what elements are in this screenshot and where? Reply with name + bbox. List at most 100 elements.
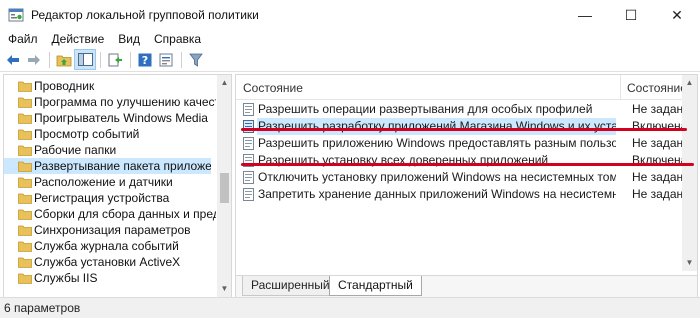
setting-row[interactable]: Разрешить операции развертывания для осо… (236, 101, 690, 118)
tree-item-label: Рабочие папки (34, 143, 117, 157)
folder-icon (18, 209, 32, 220)
folder-icon (18, 129, 32, 140)
setting-name: Запретить хранение данных приложений Win… (258, 187, 616, 201)
setting-row-selected[interactable]: Разрешить разработку приложений Магазина… (236, 118, 687, 135)
tree-item[interactable]: Служба журнала событий (4, 238, 216, 254)
scroll-thumb[interactable] (220, 173, 229, 203)
folder-icon (18, 161, 32, 172)
minimize-button[interactable]: — (562, 0, 608, 30)
menu-action[interactable]: Действие (45, 30, 112, 49)
column-header-name[interactable]: Состояние (243, 81, 303, 95)
tree-item[interactable]: Проигрыватель Windows Media (4, 110, 216, 126)
folder-icon (18, 241, 32, 252)
tree-item-label: Программа по улучшению качества (34, 95, 216, 109)
scroll-up-arrow-icon[interactable]: ▲ (682, 75, 697, 91)
folder-icon (18, 113, 32, 124)
export-list-button[interactable] (105, 50, 125, 69)
policy-setting-icon (243, 103, 254, 116)
forward-button[interactable] (24, 50, 44, 69)
tree-item[interactable]: Сборки для сбора данных и предвари (4, 206, 216, 222)
forward-arrow-icon (28, 54, 40, 65)
folder-icon (18, 193, 32, 204)
settings-pane: Состояние Состояние Разрешить операции р… (235, 74, 698, 298)
window-controls: — ☐ ✕ (562, 0, 700, 30)
tree-item-label: Просмотр событий (34, 127, 140, 141)
scroll-up-arrow-icon[interactable]: ▲ (217, 75, 231, 91)
column-divider[interactable] (620, 75, 621, 99)
export-list-icon (108, 53, 122, 66)
red-annotation-line (241, 128, 687, 131)
status-bar: 6 параметров (0, 297, 700, 318)
title-bar: Редактор локальной групповой политики — … (0, 0, 700, 30)
tab-standard[interactable]: Стандартный (329, 276, 422, 296)
tree-item-label: Синхронизация параметров (34, 223, 191, 237)
tree-item[interactable]: Просмотр событий (4, 126, 216, 142)
scroll-down-arrow-icon[interactable]: ▼ (217, 281, 231, 297)
tree-item-label: Сборки для сбора данных и предвари (34, 207, 216, 221)
tree-item[interactable]: Программа по улучшению качества (4, 94, 216, 110)
tree-item-selected[interactable]: Развертывание пакета приложения (4, 158, 211, 174)
tree-item-label: Регистрация устройства (34, 191, 170, 205)
filter-button[interactable] (186, 50, 206, 69)
tree-scrollbar[interactable]: ▲ ▼ (217, 75, 231, 297)
tree-item-label: Развертывание пакета приложения (34, 159, 211, 173)
close-button[interactable]: ✕ (654, 0, 700, 30)
policy-setting-icon (243, 171, 254, 184)
maximize-button[interactable]: ☐ (608, 0, 654, 30)
menu-file[interactable]: Файл (0, 30, 45, 49)
list-header: Состояние Состояние (236, 75, 687, 100)
setting-name: Разрешить приложению Windows предоставля… (258, 136, 616, 150)
gpedit-app-icon (8, 8, 24, 22)
policy-setting-icon (243, 188, 254, 201)
setting-state: Включена (632, 153, 688, 167)
menu-view[interactable]: Вид (111, 30, 147, 49)
toolbar: ? (0, 49, 700, 70)
scroll-down-arrow-icon[interactable]: ▼ (682, 255, 697, 271)
back-arrow-icon (7, 54, 19, 65)
folder-icon (18, 81, 32, 92)
policy-tree: Проводник Программа по улучшению качеств… (4, 78, 216, 286)
help-button[interactable]: ? (135, 50, 155, 69)
maximize-icon: ☐ (624, 6, 638, 23)
tree-pane: Проводник Программа по улучшению качеств… (3, 74, 232, 298)
up-level-button[interactable] (54, 50, 74, 69)
view-tabs: Расширенный Стандартный (236, 275, 697, 297)
tree-item[interactable]: Службы IIS (4, 270, 216, 286)
toolbar-separator (100, 51, 101, 68)
tree-item[interactable]: Рабочие папки (4, 142, 216, 158)
setting-state: Включена (632, 119, 688, 133)
tree-item[interactable]: Синхронизация параметров (4, 222, 216, 238)
properties-button[interactable] (156, 50, 176, 69)
setting-name: Разрешить операции развертывания для осо… (258, 102, 593, 116)
column-header-state[interactable]: Состояние (627, 81, 687, 95)
setting-name: Разрешить разработку приложений Магазина… (257, 118, 616, 135)
setting-row[interactable]: Разрешить установку всех доверенных прил… (236, 152, 687, 169)
menu-help[interactable]: Справка (147, 30, 208, 49)
setting-row[interactable]: Отключить установку приложений Windows н… (236, 169, 690, 186)
policy-setting-icon (243, 137, 254, 150)
filter-icon (189, 53, 203, 67)
settings-list: Разрешить операции развертывания для осо… (236, 101, 690, 203)
setting-row[interactable]: Запретить хранение данных приложений Win… (236, 186, 690, 203)
help-icon: ? (138, 53, 152, 67)
tree-item-label: Служба установки ActiveX (34, 255, 181, 269)
show-hide-tree-button[interactable] (74, 49, 96, 70)
show-hide-tree-icon (77, 53, 93, 66)
window-title: Редактор локальной групповой политики (31, 8, 259, 22)
tree-item[interactable]: Служба установки ActiveX (4, 254, 216, 270)
folder-icon (18, 97, 32, 108)
tree-item-label: Службы IIS (34, 271, 98, 285)
toolbar-separator (49, 51, 50, 68)
tree-item[interactable]: Проводник (4, 78, 216, 94)
toolbar-separator (130, 51, 131, 68)
folder-icon (18, 225, 32, 236)
toolbar-separator (181, 51, 182, 68)
tree-item[interactable]: Расположение и датчики (4, 174, 216, 190)
back-button[interactable] (3, 50, 23, 69)
list-scrollbar[interactable]: ▲ ▼ (682, 75, 697, 271)
tree-item[interactable]: Регистрация устройства (4, 190, 216, 206)
setting-row[interactable]: Разрешить приложению Windows предоставля… (236, 135, 690, 152)
tree-item-label: Проигрыватель Windows Media (34, 111, 208, 125)
tab-extended[interactable]: Расширенный (242, 276, 339, 296)
folder-icon (18, 273, 32, 284)
